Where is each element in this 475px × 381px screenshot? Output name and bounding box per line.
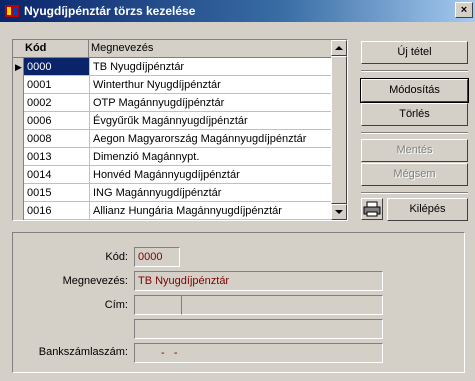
separator [361,192,468,194]
table-row[interactable]: 0013 Dimenzió Magánnypt. [24,148,333,166]
cell-code[interactable]: 0008 [24,130,90,148]
close-icon: × [460,4,468,16]
cancel-button[interactable]: Mégsem [361,163,468,186]
bank-account-field[interactable]: - - [134,343,383,363]
cell-name[interactable]: TB Nyugdíjpénztár [90,58,333,76]
table-row[interactable]: 0008 Aegon Magyarország Magánnyugdíjpénz… [24,130,333,148]
arrow-down-icon [335,210,343,214]
detail-panel: Kód: 0000 Megnevezés: TB Nyugdíjpénztár … [12,232,465,373]
vertical-scrollbar[interactable] [331,40,347,220]
table-row[interactable]: 0002 OTP Magánnyugdíjpénztár [24,94,333,112]
new-item-button[interactable]: Új tétel [361,41,468,64]
cell-code[interactable]: 0013 [24,148,90,166]
column-header-code[interactable]: Kód [23,40,89,57]
exit-button[interactable]: Kilépés [387,198,468,221]
address-street-field[interactable] [134,319,383,339]
table-row[interactable]: 0014 Honvéd Magánnyugdíjpénztár [24,166,333,184]
grid-header: Kód Megnevezés [13,40,333,58]
close-button[interactable]: × [455,2,473,18]
code-field[interactable]: 0000 [134,247,180,267]
cell-code[interactable]: 0002 [24,94,90,112]
cell-code[interactable]: 0015 [24,184,90,202]
separator [361,132,468,134]
pension-fund-grid[interactable]: Kód Megnevezés ▶ 0000 TB Nyugdíjpénztár … [12,39,348,221]
cell-code[interactable]: 0001 [24,76,90,94]
cell-code[interactable]: 0014 [24,166,90,184]
table-row[interactable]: 0006 Évgyűrűk Magánnyugdíjpénztár [24,112,333,130]
table-row[interactable]: 0016 Allianz Hungária Magánnyugdíjpénztá… [24,202,333,220]
cell-name[interactable]: OTP Magánnyugdíjpénztár [90,94,333,112]
cell-name[interactable]: Dimenzió Magánnypt. [90,148,333,166]
cell-name[interactable]: Évgyűrűk Magánnyugdíjpénztár [90,112,333,130]
cell-name[interactable]: Aegon Magyarország Magánnyugdíjpénztár [90,130,333,148]
table-row[interactable]: 0001 Winterthur Nyugdíjpénztár [24,76,333,94]
window-title: Nyugdíjpénztár törzs kezelése [24,4,196,18]
title-bar: Nyugdíjpénztár törzs kezelése × [0,0,475,22]
address-zip-field[interactable] [134,295,182,315]
scroll-down-button[interactable] [331,204,347,220]
cell-name[interactable]: Honvéd Magánnyugdíjpénztár [90,166,333,184]
name-label: Megnevezés: [62,275,128,287]
table-row[interactable]: 0000 TB Nyugdíjpénztár [24,58,333,76]
arrow-up-icon [335,46,343,50]
code-label: Kód: [105,251,128,263]
delete-button[interactable]: Törlés [361,103,468,126]
cell-name[interactable]: ING Magánnyugdíjpénztár [90,184,333,202]
cell-name[interactable]: Winterthur Nyugdíjpénztár [90,76,333,94]
name-field[interactable]: TB Nyugdíjpénztár [134,271,383,291]
column-header-name[interactable]: Megnevezés [89,40,333,57]
print-button[interactable] [361,198,383,220]
bank-account-label: Bankszámlaszám: [38,346,128,358]
scroll-thumb[interactable] [331,56,347,204]
modify-button[interactable]: Módosítás [360,78,469,103]
cell-code[interactable]: 0006 [24,112,90,130]
current-row-marker: ▶ [15,62,22,72]
cell-name[interactable]: Allianz Hungária Magánnyugdíjpénztár [90,202,333,220]
printer-icon [363,201,381,217]
cell-code[interactable]: 0000 [24,58,90,76]
cell-code[interactable]: 0016 [24,202,90,220]
save-button[interactable]: Mentés [361,139,468,162]
table-row[interactable]: 0015 ING Magánnyugdíjpénztár [24,184,333,202]
scroll-up-button[interactable] [331,40,347,56]
address-city-field[interactable] [181,295,383,315]
separator [361,70,468,72]
address-label: Cím: [104,299,128,311]
app-icon [5,5,19,17]
